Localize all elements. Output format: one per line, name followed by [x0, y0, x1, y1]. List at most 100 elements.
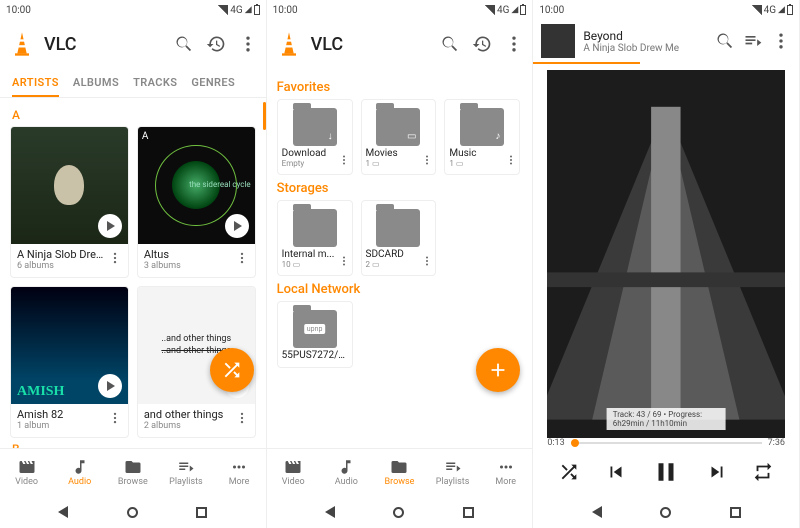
folder-card-download[interactable]: ↓ Download Empty — [277, 99, 353, 175]
now-playing-header[interactable]: Beyond A Ninja Slob Drew Me — [533, 20, 799, 62]
album-cover[interactable]: Track: 43 / 69 • Progress: 6h29min / 11h… — [547, 70, 785, 438]
nav-more[interactable]: More — [479, 449, 532, 496]
time-elapsed: 0:13 — [547, 438, 564, 448]
card-more-icon[interactable] — [421, 151, 433, 170]
artist-card[interactable]: Athe sidereal cycle Altus 3 albums — [137, 126, 256, 278]
previous-button[interactable] — [605, 461, 627, 483]
artist-art: Athe sidereal cycle — [138, 127, 255, 244]
section-storages: Storages — [277, 181, 523, 196]
folder-card-upnp[interactable]: upnp 55PUS7272/12 — [277, 301, 353, 368]
folder-icon: ↓ — [293, 108, 337, 146]
battery-icon — [787, 5, 793, 15]
nav-audio[interactable]: Audio — [320, 449, 373, 496]
artist-sub: 1 album — [17, 421, 104, 431]
card-more-icon[interactable] — [338, 151, 350, 170]
card-more-icon[interactable] — [421, 252, 433, 271]
folder-icon — [376, 209, 420, 247]
system-nav — [533, 496, 799, 528]
recents-button[interactable] — [196, 507, 207, 518]
folder-card-sdcard[interactable]: SDCARD 2 ▭ — [361, 200, 437, 276]
nav-audio[interactable]: Audio — [53, 449, 106, 496]
nav-video[interactable]: Video — [0, 449, 53, 496]
back-button[interactable] — [325, 506, 335, 518]
header-progress — [533, 62, 639, 64]
more-icon[interactable] — [238, 34, 258, 54]
nav-playlists[interactable]: Playlists — [159, 449, 212, 496]
play-icon[interactable] — [225, 214, 249, 238]
nav-browse[interactable]: Browse — [373, 449, 426, 496]
folder-card-internal[interactable]: Internal m... 10 ▭ — [277, 200, 353, 276]
back-button[interactable] — [592, 506, 602, 518]
search-icon[interactable] — [174, 34, 194, 54]
card-more-icon[interactable] — [108, 250, 122, 269]
home-button[interactable] — [660, 507, 671, 518]
app-title: VLC — [44, 34, 174, 55]
artist-grid-scroll[interactable]: A A Ninja Slob Drew... 6 albums Athe sid… — [0, 98, 266, 448]
tab-tracks[interactable]: TRACKS — [133, 68, 177, 97]
card-more-icon[interactable] — [338, 252, 350, 271]
section-letter: A — [10, 104, 256, 126]
nav-more[interactable]: More — [213, 449, 266, 496]
back-button[interactable] — [58, 506, 68, 518]
recents-button[interactable] — [463, 507, 474, 518]
bottom-nav: Video Audio Browse Playlists More — [0, 448, 266, 496]
folder-icon: ▭ — [376, 108, 420, 146]
tab-artists[interactable]: ARTISTS — [12, 68, 59, 97]
tab-albums[interactable]: ALBUMS — [73, 68, 119, 97]
status-bar: 10:00 4G◢ — [533, 0, 799, 20]
card-more-icon[interactable] — [108, 410, 122, 429]
recents-button[interactable] — [730, 507, 741, 518]
add-fab[interactable] — [476, 348, 520, 392]
nav-browse[interactable]: Browse — [106, 449, 159, 496]
wifi-icon — [218, 5, 228, 15]
queue-icon[interactable] — [743, 31, 763, 51]
app-bar: VLC — [0, 20, 266, 68]
scroll-indicator[interactable] — [263, 102, 266, 130]
card-more-icon[interactable] — [235, 250, 249, 269]
tab-genres[interactable]: GENRES — [191, 68, 235, 97]
phone-player-screen: 10:00 4G◢ Beyond A Ninja Slob Drew Me Tr… — [533, 0, 800, 528]
home-button[interactable] — [393, 507, 404, 518]
audio-icon — [71, 458, 89, 476]
video-icon — [18, 458, 36, 476]
artist-name: Amish 82 — [17, 408, 104, 421]
folder-icon — [390, 458, 408, 476]
phone-browse-screen: 10:00 4G◢ VLC Favorites ↓ Download Empty… — [267, 0, 534, 528]
card-more-icon[interactable] — [505, 151, 517, 170]
shuffle-fab[interactable] — [210, 348, 254, 392]
pause-button[interactable] — [651, 457, 681, 487]
more-icon[interactable] — [504, 34, 524, 54]
card-more-icon[interactable] — [235, 410, 249, 429]
search-icon[interactable] — [715, 31, 735, 51]
history-icon[interactable] — [472, 34, 492, 54]
search-icon[interactable] — [440, 34, 460, 54]
vlc-cone-icon — [8, 30, 36, 58]
next-button[interactable] — [706, 461, 728, 483]
repeat-button[interactable] — [752, 461, 774, 483]
folder-icon — [293, 209, 337, 247]
artist-card[interactable]: A Ninja Slob Drew... 6 albums — [10, 126, 129, 278]
nav-video[interactable]: Video — [267, 449, 320, 496]
home-button[interactable] — [127, 507, 138, 518]
play-icon[interactable] — [98, 214, 122, 238]
folder-card-music[interactable]: ♪ Music 1 ▭ — [444, 99, 520, 175]
artist-sub: 6 albums — [17, 261, 104, 271]
seek-track[interactable] — [571, 442, 762, 444]
browse-scroll[interactable]: Favorites ↓ Download Empty ▭ Movies 1 ▭ … — [267, 68, 533, 448]
nav-playlists[interactable]: Playlists — [426, 449, 479, 496]
more-icon[interactable] — [771, 31, 791, 51]
audio-tabs: ARTISTS ALBUMS TRACKS GENRES — [0, 68, 266, 98]
folder-card-movies[interactable]: ▭ Movies 1 ▭ — [361, 99, 437, 175]
signal-icon: ◢ — [511, 5, 518, 15]
shuffle-button[interactable] — [558, 461, 580, 483]
system-nav — [267, 496, 533, 528]
seek-bar[interactable]: 0:13 7:36 — [533, 438, 799, 448]
playlist-icon — [177, 458, 195, 476]
vlc-cone-icon — [275, 30, 303, 58]
history-icon[interactable] — [206, 34, 226, 54]
artist-card[interactable]: AMISH Amish 82 1 album — [10, 286, 129, 438]
time-total: 7:36 — [768, 438, 785, 448]
upnp-badge: upnp — [304, 324, 326, 334]
track-title: Beyond — [583, 29, 707, 43]
play-icon[interactable] — [98, 374, 122, 398]
